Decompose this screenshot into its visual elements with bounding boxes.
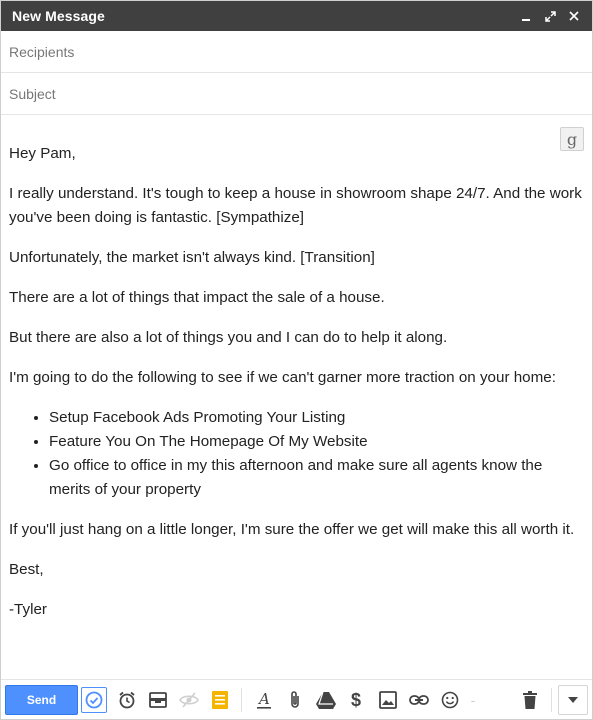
message-paragraph: If you'll just hang on a little longer, … bbox=[9, 521, 575, 538]
message-paragraph: I'm going to do the following to see if … bbox=[9, 369, 556, 386]
link-icon[interactable] bbox=[403, 685, 434, 715]
money-icon[interactable]: $ bbox=[341, 685, 372, 715]
template-icon[interactable] bbox=[142, 685, 173, 715]
bullet-list: Setup Facebook Ads Promoting Your Listin… bbox=[9, 406, 584, 502]
list-item: Setup Facebook Ads Promoting Your Listin… bbox=[49, 406, 584, 430]
message-closing: Best, bbox=[9, 561, 44, 578]
more-options-icon[interactable] bbox=[558, 684, 588, 715]
expand-icon[interactable] bbox=[542, 8, 558, 24]
drive-icon[interactable] bbox=[310, 685, 341, 715]
list-item: Feature You On The Homepage Of My Websit… bbox=[49, 430, 584, 454]
message-paragraph: I really understand. It's tough to keep … bbox=[9, 185, 582, 226]
message-paragraph: But there are also a lot of things you a… bbox=[9, 329, 448, 346]
grammarly-icon[interactable]: g bbox=[560, 127, 584, 151]
alarm-clock-icon[interactable] bbox=[111, 685, 142, 715]
minimize-icon[interactable] bbox=[518, 8, 534, 24]
trash-icon[interactable] bbox=[514, 685, 545, 715]
send-button[interactable]: Send bbox=[5, 684, 78, 715]
hide-icon[interactable] bbox=[173, 685, 204, 715]
message-paragraph: Unfortunately, the market isn't always k… bbox=[9, 249, 375, 266]
boomerang-icon[interactable] bbox=[81, 686, 107, 713]
window-title: New Message bbox=[12, 8, 105, 24]
message-paragraph: There are a lot of things that impact th… bbox=[9, 289, 385, 306]
title-bar[interactable]: New Message bbox=[1, 1, 592, 31]
message-text[interactable]: Hey Pam, I really understand. It's tough… bbox=[9, 142, 584, 622]
toolbar-divider bbox=[551, 687, 552, 712]
recipients-field bbox=[1, 31, 592, 73]
message-body[interactable]: g Hey Pam, I really understand. It's tou… bbox=[1, 115, 592, 675]
list-item: Go office to office in my this afternoon… bbox=[49, 454, 584, 502]
note-icon[interactable] bbox=[204, 685, 235, 715]
close-icon[interactable] bbox=[566, 8, 582, 24]
recipients-input[interactable] bbox=[9, 43, 584, 60]
svg-text:$: $ bbox=[351, 690, 361, 710]
attach-icon[interactable] bbox=[279, 685, 310, 715]
message-greeting: Hey Pam, bbox=[9, 145, 76, 162]
compose-window: New Message g Hey Pam, I really understa… bbox=[0, 0, 593, 720]
subject-input[interactable] bbox=[9, 85, 584, 102]
photo-icon[interactable] bbox=[372, 685, 403, 715]
compose-toolbar: Send A $ - bbox=[1, 679, 592, 719]
window-controls bbox=[518, 8, 582, 24]
subject-field bbox=[1, 73, 592, 115]
message-signature: -Tyler bbox=[9, 601, 47, 618]
svg-text:A: A bbox=[257, 690, 270, 708]
toolbar-dash: - bbox=[470, 691, 476, 708]
toolbar-divider bbox=[241, 687, 242, 712]
emoji-icon[interactable] bbox=[434, 685, 465, 715]
format-text-icon[interactable]: A bbox=[248, 685, 279, 715]
